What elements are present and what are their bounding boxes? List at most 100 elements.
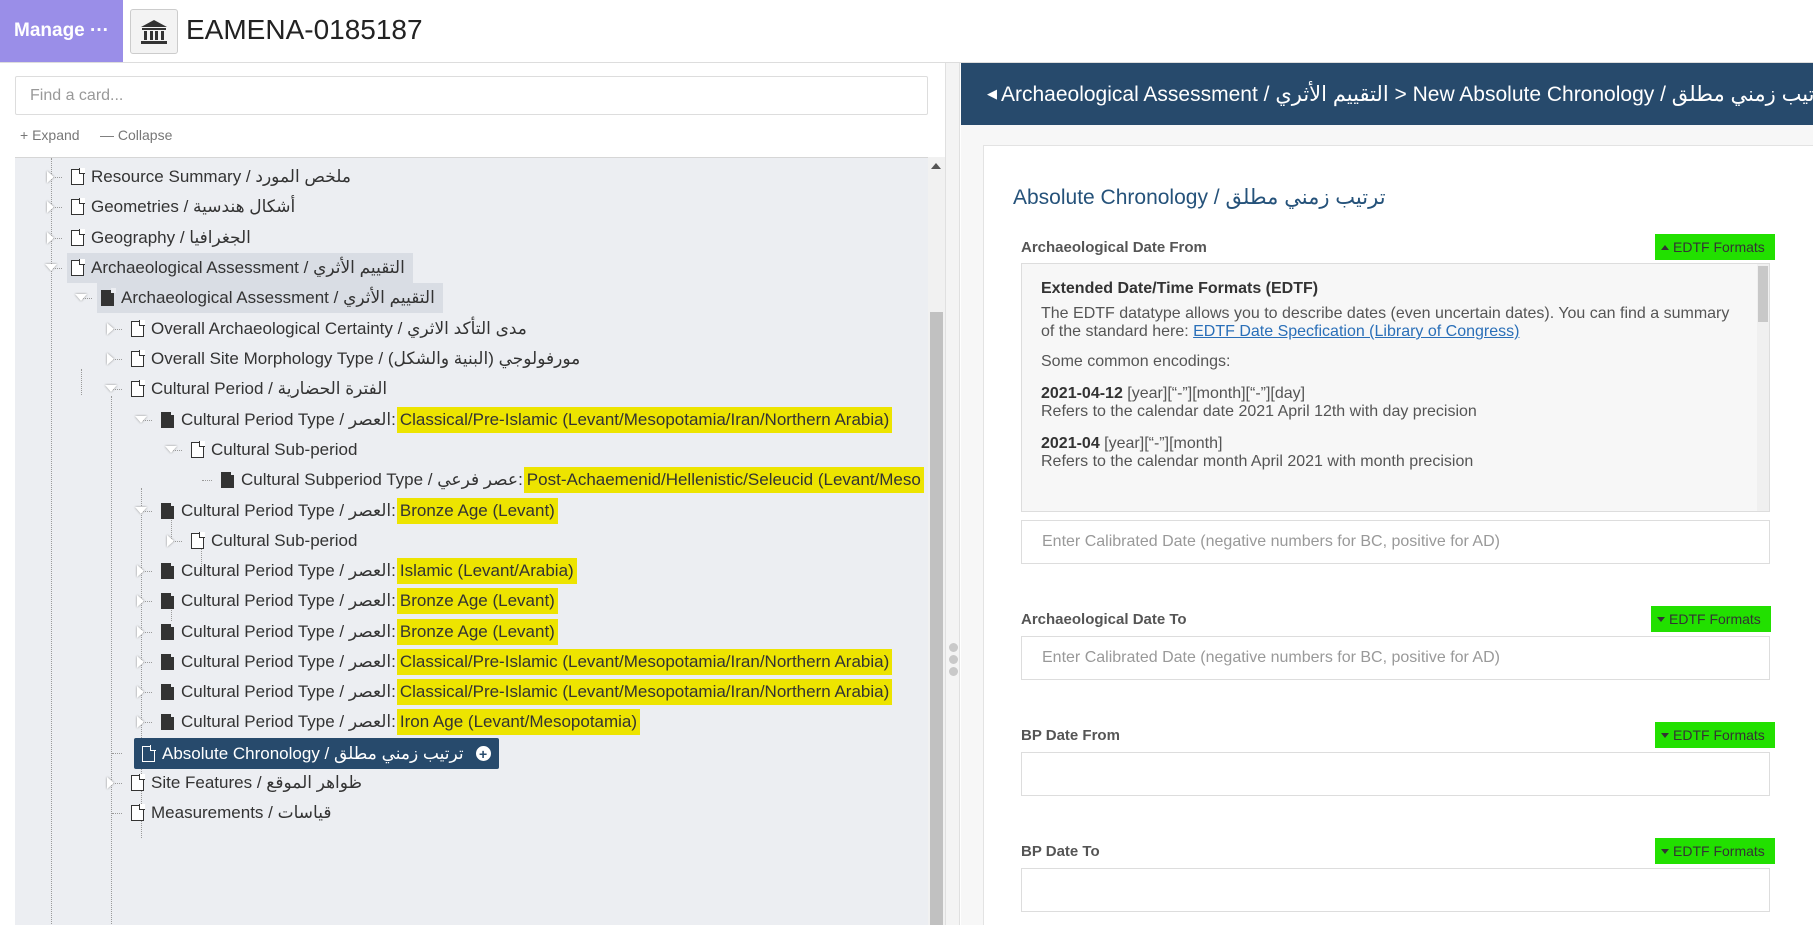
file-icon bbox=[161, 652, 176, 670]
tree-node-cultural-period-type[interactable]: Cultural Period Type / العصر: Bronze Age… bbox=[161, 617, 558, 647]
tree-node-label: Cultural Sub-period bbox=[211, 440, 358, 459]
resource-title: EAMENA-0185187 bbox=[186, 14, 423, 45]
expand-toggle-icon[interactable] bbox=[137, 626, 144, 638]
edtf-formats-label: EDTF Formats bbox=[1669, 611, 1761, 627]
tree-node-archaeological-assessment[interactable]: Archaeological Assessment / التقييم الأث… bbox=[67, 253, 413, 283]
tree-node-site-features[interactable]: Site Features / ظواهر الموقع bbox=[131, 768, 362, 798]
edtf-help-panel: Extended Date/Time Formats (EDTF) The ED… bbox=[1021, 263, 1770, 512]
caret-down-icon bbox=[1657, 616, 1665, 622]
grip-dot-icon bbox=[949, 643, 958, 652]
top-bar: Manage ··· EAMENA-0185187 bbox=[0, 0, 1813, 63]
manage-button[interactable]: Manage ··· bbox=[0, 0, 123, 62]
collapse-toggle-icon[interactable] bbox=[135, 507, 147, 514]
tree-node-cultural-period-type[interactable]: Cultural Period Type / العصر: Classical/… bbox=[161, 677, 893, 707]
expand-toggle-icon[interactable] bbox=[137, 656, 144, 668]
collapse-toggle-icon[interactable] bbox=[135, 416, 147, 423]
file-icon bbox=[161, 410, 176, 428]
edtf-formats-toggle[interactable]: EDTF Formats bbox=[1655, 722, 1775, 748]
tree-node-overall-site-morphology[interactable]: Overall Site Morphology Type / مورفولوجي… bbox=[131, 344, 580, 374]
tree-scrollbar-thumb[interactable] bbox=[930, 312, 943, 925]
expand-toggle-icon[interactable] bbox=[137, 716, 144, 728]
tree-node-label: Site Features / ظواهر الموقع bbox=[151, 773, 363, 792]
bp-date-to-input[interactable] bbox=[1021, 868, 1770, 912]
expand-toggle-icon[interactable] bbox=[107, 353, 114, 365]
tree-node-geometries[interactable]: Geometries / أشكال هندسية bbox=[71, 192, 295, 222]
tree-node-measurements[interactable]: Measurements / قياسات bbox=[131, 798, 331, 828]
tree-node-value: Classical/Pre-Islamic (Levant/Mesopotami… bbox=[396, 407, 893, 433]
tree-node-cultural-subperiod-type[interactable]: Cultural Subperiod Type / عصر فرعي: Post… bbox=[221, 465, 924, 495]
caret-left-icon[interactable]: ◀ bbox=[987, 86, 997, 102]
tree-node-cultural-period-type[interactable]: Cultural Period Type / العصر: Classical/… bbox=[161, 647, 893, 677]
tree-node-label: Cultural Period Type / العصر: bbox=[181, 410, 396, 429]
expand-toggle-icon[interactable] bbox=[47, 171, 54, 183]
tree-node-value: Bronze Age (Levant) bbox=[396, 498, 558, 524]
tree-node-resource-summary[interactable]: Resource Summary / ملخص المورد bbox=[71, 162, 351, 192]
archaeological-date-to-label: Archaeological Date To bbox=[1021, 611, 1187, 628]
expand-toggle-icon[interactable] bbox=[137, 686, 144, 698]
tree-node-cultural-period-type[interactable]: Cultural Period Type / العصر: Classical/… bbox=[161, 405, 893, 435]
tree-node-label: Cultural Subperiod Type / عصر فرعي: bbox=[241, 470, 523, 489]
collapse-toggle-icon[interactable] bbox=[75, 294, 87, 301]
file-icon bbox=[101, 288, 116, 306]
file-icon bbox=[221, 470, 236, 488]
expand-toggle-icon[interactable] bbox=[137, 565, 144, 577]
archaeological-date-from-input[interactable] bbox=[1021, 520, 1770, 564]
scroll-up-icon[interactable] bbox=[931, 163, 941, 169]
tree-node-archaeological-assessment-child[interactable]: Archaeological Assessment / التقييم الأث… bbox=[97, 283, 443, 313]
help-scrollbar[interactable] bbox=[1757, 264, 1769, 511]
caret-up-icon bbox=[1661, 244, 1669, 250]
panel-resize-handle[interactable] bbox=[945, 63, 960, 925]
grip-dot-icon bbox=[949, 655, 958, 664]
tree-scrollbar[interactable] bbox=[928, 157, 945, 925]
collapse-toggle-icon[interactable] bbox=[45, 264, 57, 271]
expand-toggle-icon[interactable] bbox=[137, 595, 144, 607]
file-icon bbox=[191, 532, 205, 549]
tree-node-value: Post-Achaemenid/Hellenistic/Seleucid (Le… bbox=[523, 467, 924, 493]
breadcrumb-text[interactable]: Archaeological Assessment / التقييم الأث… bbox=[1001, 82, 1813, 107]
expand-toggle-icon[interactable] bbox=[107, 777, 114, 789]
tree-node-cultural-period-type[interactable]: Cultural Period Type / العصر: Bronze Age… bbox=[161, 496, 558, 526]
tree-node-cultural-sub-period[interactable]: Cultural Sub-period bbox=[191, 526, 357, 556]
tree-node-label: Measurements / قياسات bbox=[151, 803, 332, 822]
card-editor-panel: ◀ Archaeological Assessment / التقييم ال… bbox=[961, 63, 1813, 925]
tree-node-cultural-period-type[interactable]: Cultural Period Type / العصر: Bronze Age… bbox=[161, 586, 558, 616]
edtf-formats-label: EDTF Formats bbox=[1673, 727, 1765, 743]
tree-node-label: Overall Site Morphology Type / مورفولوجي… bbox=[151, 349, 581, 368]
tree-node-overall-archaeological-certainty[interactable]: Overall Archaeological Certainty / مدى ا… bbox=[131, 314, 527, 344]
tree-node-absolute-chronology[interactable]: Absolute Chronology / ترتيب زمني مطلق + bbox=[134, 738, 499, 769]
file-icon bbox=[131, 350, 145, 367]
file-icon bbox=[71, 259, 85, 276]
collapse-toggle-icon[interactable] bbox=[165, 446, 177, 453]
tree-node-cultural-period-type[interactable]: Cultural Period Type / العصر: Islamic (L… bbox=[161, 556, 577, 586]
tree-node-value: Classical/Pre-Islamic (Levant/Mesopotami… bbox=[396, 679, 893, 705]
tree-node-label: Resource Summary / ملخص المورد bbox=[91, 167, 351, 186]
tree-node-cultural-period-type[interactable]: Cultural Period Type / العصر: Iron Age (… bbox=[161, 707, 641, 737]
file-icon bbox=[142, 744, 156, 762]
edtf-spec-link[interactable]: EDTF Date Specfication (Library of Congr… bbox=[1193, 323, 1519, 340]
tree-node-cultural-period[interactable]: Cultural Period / الفترة الحضارية bbox=[131, 374, 387, 404]
expand-toggle-icon[interactable] bbox=[47, 201, 54, 213]
help-scrollbar-thumb[interactable] bbox=[1758, 266, 1768, 322]
archaeological-date-to-input[interactable] bbox=[1021, 636, 1770, 680]
edtf-formats-toggle[interactable]: EDTF Formats bbox=[1651, 606, 1771, 632]
add-circle-icon[interactable]: + bbox=[475, 746, 491, 761]
tree-node-geography[interactable]: Geography / الجغرافيا bbox=[71, 223, 251, 253]
file-icon bbox=[161, 561, 176, 579]
expand-toggle-icon[interactable] bbox=[47, 232, 54, 244]
tree-node-cultural-sub-period[interactable]: Cultural Sub-period bbox=[191, 435, 357, 465]
file-icon bbox=[71, 229, 85, 246]
expand-toggle-icon[interactable] bbox=[167, 535, 174, 547]
tree-node-label: Cultural Period Type / العصر: bbox=[181, 682, 396, 701]
file-icon bbox=[161, 712, 176, 730]
collapse-button[interactable]: — Collapse bbox=[100, 127, 172, 143]
edtf-formats-label: EDTF Formats bbox=[1673, 843, 1765, 859]
tree-node-label: Cultural Period Type / العصر: bbox=[181, 622, 396, 641]
edtf-formats-toggle[interactable]: EDTF Formats bbox=[1655, 234, 1775, 260]
edtf-formats-toggle[interactable]: EDTF Formats bbox=[1655, 838, 1775, 864]
find-card-input[interactable] bbox=[15, 76, 928, 115]
expand-toggle-icon[interactable] bbox=[107, 323, 114, 335]
bp-date-to-label: BP Date To bbox=[1021, 843, 1100, 860]
bp-date-from-input[interactable] bbox=[1021, 752, 1770, 796]
expand-button[interactable]: + Expand bbox=[20, 127, 80, 143]
collapse-toggle-icon[interactable] bbox=[105, 385, 117, 392]
